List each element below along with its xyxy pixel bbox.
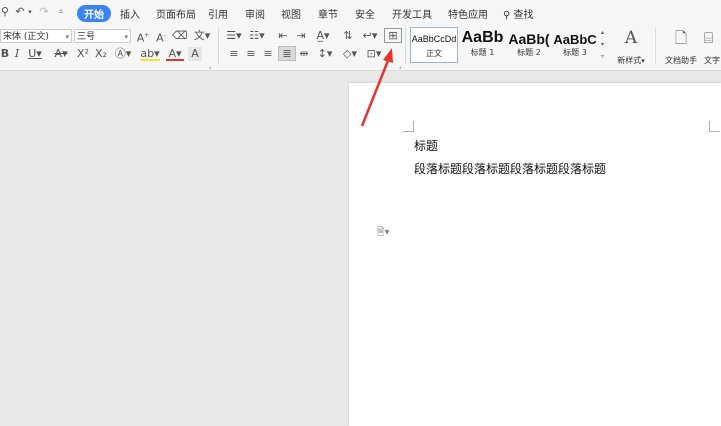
arrow-head	[383, 48, 393, 63]
arrow-shaft	[360, 57, 391, 127]
annotation-arrow	[360, 48, 393, 127]
